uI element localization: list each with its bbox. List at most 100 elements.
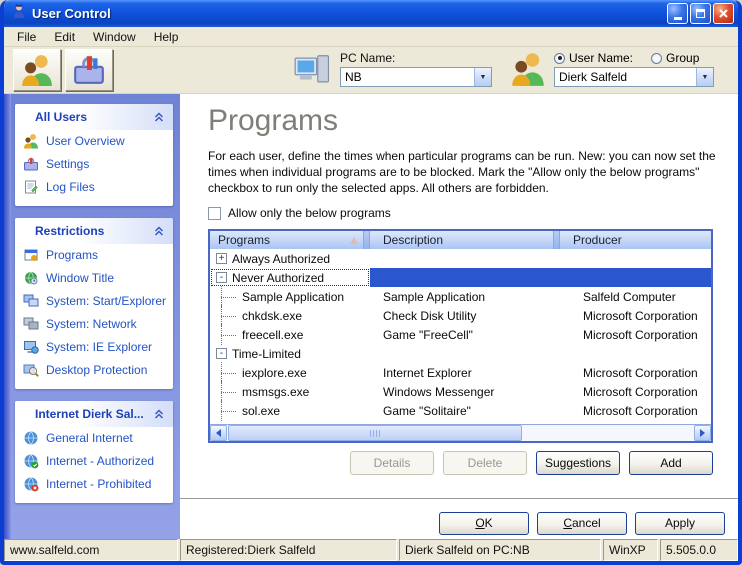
table-row[interactable]: chkdsk.exe Check Disk Utility Microsoft … — [210, 306, 711, 325]
sidebar-item-internet-authorized[interactable]: Internet - Authorized — [15, 450, 173, 473]
sidebar-item-label: Log Files — [46, 180, 95, 194]
scrollbar-track[interactable] — [227, 425, 694, 441]
expand-icon[interactable]: + — [216, 253, 227, 264]
producer-cell: Microsoft Corporation — [560, 328, 711, 342]
pc-name-select[interactable]: NB — [340, 67, 492, 87]
chevron-down-icon[interactable] — [696, 68, 713, 86]
horizontal-scrollbar[interactable] — [210, 424, 711, 441]
menu-item-edit[interactable]: Edit — [45, 28, 84, 46]
sidebar-header-internet[interactable]: Internet Dierk Sal... — [15, 401, 173, 427]
table-row[interactable]: msmsgs.exe Windows Messenger Microsoft C… — [210, 382, 711, 401]
internet-authorized-icon — [23, 453, 39, 469]
table-row[interactable]: iexplore.exe Internet Explorer Microsoft… — [210, 363, 711, 382]
sidebar-item-label: General Internet — [46, 431, 133, 445]
group-radio[interactable] — [651, 53, 662, 64]
sidebar-item-internet-prohibited[interactable]: Internet - Prohibited — [15, 473, 173, 496]
column-header-producer[interactable]: Producer — [560, 231, 711, 249]
suggestions-button[interactable]: Suggestions — [536, 451, 620, 475]
ok-button[interactable]: OK — [439, 512, 529, 535]
chevron-down-icon[interactable] — [474, 68, 491, 86]
program-cell: freecell.exe — [242, 328, 303, 342]
column-separator[interactable] — [363, 231, 370, 249]
status-bar: www.salfeld.com Registered:Dierk Salfeld… — [4, 539, 738, 561]
scrollbar-thumb[interactable] — [228, 425, 522, 441]
table-row[interactable]: Sample Application Sample Application Sa… — [210, 287, 711, 306]
group-label: Time-Limited — [232, 347, 301, 361]
sidebar-item-label: System: IE Explorer — [46, 340, 152, 354]
log-files-icon — [23, 179, 39, 195]
settings-toolbar-button[interactable] — [65, 49, 113, 91]
minimize-button[interactable] — [667, 3, 688, 24]
collapse-icon[interactable]: - — [216, 272, 227, 283]
program-cell: msmsgs.exe — [242, 385, 309, 399]
column-header-description[interactable]: Description — [370, 231, 553, 249]
group-radio-label: Group — [666, 51, 699, 65]
sidebar-section-restrictions: Restrictions Programs Window Title Syste… — [15, 218, 173, 389]
close-button[interactable] — [713, 3, 734, 24]
scroll-right-button[interactable] — [694, 425, 711, 441]
internet-prohibited-icon — [23, 476, 39, 492]
section-title: Internet Dierk Sal... — [35, 407, 144, 421]
sidebar-header-all-users[interactable]: All Users — [15, 104, 173, 130]
scroll-left-button[interactable] — [210, 425, 227, 441]
add-button[interactable]: Add — [629, 451, 713, 475]
sidebar-item-window-title[interactable]: Window Title — [15, 267, 173, 290]
system-ie-explorer-icon — [23, 339, 39, 355]
table-row-group-selected[interactable]: -Never Authorized — [210, 268, 711, 287]
sidebar-item-settings[interactable]: Settings — [15, 153, 173, 176]
sidebar-item-general-internet[interactable]: General Internet — [15, 427, 173, 450]
chevron-up-icon[interactable] — [153, 225, 165, 237]
program-cell: iexplore.exe — [242, 366, 307, 380]
table-row-group[interactable]: +Always Authorized — [210, 249, 711, 268]
section-title: All Users — [35, 110, 87, 124]
program-cell: chkdsk.exe — [242, 309, 302, 323]
tree-connector — [221, 401, 242, 420]
column-separator[interactable] — [553, 231, 560, 249]
sidebar-item-log-files[interactable]: Log Files — [15, 176, 173, 199]
details-button[interactable]: Details — [350, 451, 434, 475]
sidebar-item-system-start-explorer[interactable]: System: Start/Explorer — [15, 290, 173, 313]
table-row[interactable]: freecell.exe Game "FreeCell" Microsoft C… — [210, 325, 711, 344]
user-overview-icon — [23, 133, 39, 149]
pc-selector-group: PC Name: NB — [294, 51, 492, 89]
sidebar-item-user-overview[interactable]: User Overview — [15, 130, 173, 153]
menu-item-file[interactable]: File — [8, 28, 45, 46]
column-header-programs[interactable]: Programs — [210, 231, 363, 249]
producer-cell: Microsoft Corporation — [560, 404, 711, 418]
allow-only-checkbox[interactable] — [208, 207, 221, 220]
menu-item-window[interactable]: Window — [84, 28, 145, 46]
sidebar-item-system-network[interactable]: System: Network — [15, 313, 173, 336]
sidebar-item-programs[interactable]: Programs — [15, 244, 173, 267]
main-content: Programs For each user, define the times… — [180, 94, 738, 539]
sidebar-item-label: User Overview — [46, 134, 125, 148]
allow-only-checkbox-label: Allow only the below programs — [228, 206, 391, 220]
menu-item-help[interactable]: Help — [145, 28, 188, 46]
sidebar-item-system-ie-explorer[interactable]: System: IE Explorer — [15, 336, 173, 359]
general-internet-icon — [23, 430, 39, 446]
collapse-icon[interactable]: - — [216, 348, 227, 359]
chevron-up-icon[interactable] — [153, 111, 165, 123]
window-title: User Control — [32, 6, 665, 21]
status-registered: Registered:Dierk Salfeld — [180, 539, 397, 561]
sidebar-header-restrictions[interactable]: Restrictions — [15, 218, 173, 244]
description-cell: Sample Application — [370, 290, 560, 304]
delete-button[interactable]: Delete — [443, 451, 527, 475]
table-row-group[interactable]: -Time-Limited — [210, 344, 711, 363]
group-label: Never Authorized — [232, 271, 324, 285]
tree-connector — [221, 287, 242, 306]
cancel-button[interactable]: Cancel — [537, 512, 627, 535]
maximize-button[interactable] — [690, 3, 711, 24]
apply-button[interactable]: Apply — [635, 512, 725, 535]
users-icon — [20, 53, 54, 87]
chevron-up-icon[interactable] — [153, 408, 165, 420]
user-select[interactable]: Dierk Salfeld — [554, 67, 714, 87]
pc-icon — [294, 51, 332, 89]
users-toolbar-button[interactable] — [13, 49, 61, 91]
sidebar-item-label: System: Network — [46, 317, 137, 331]
user-name-radio[interactable] — [554, 53, 565, 64]
tree-connector — [221, 306, 242, 325]
system-start-explorer-icon — [23, 293, 39, 309]
sidebar-item-desktop-protection[interactable]: Desktop Protection — [15, 359, 173, 382]
description-cell: Game "FreeCell" — [370, 328, 560, 342]
table-row[interactable]: sol.exe Game "Solitaire" Microsoft Corpo… — [210, 401, 711, 420]
